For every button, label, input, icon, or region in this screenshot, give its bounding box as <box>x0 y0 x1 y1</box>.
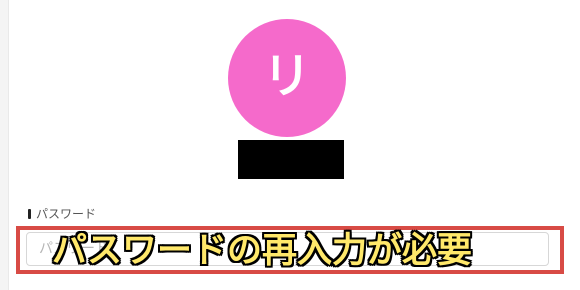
label-marker <box>28 209 31 219</box>
redacted-name <box>238 140 344 179</box>
left-window-edge <box>0 0 9 290</box>
avatar: リ <box>228 19 346 137</box>
password-label-row: パスワード <box>28 207 96 221</box>
avatar-initial: リ <box>262 48 311 104</box>
password-label: パスワード <box>36 207 97 221</box>
callout-text: パスワードの再入力が必要 <box>52 230 473 271</box>
